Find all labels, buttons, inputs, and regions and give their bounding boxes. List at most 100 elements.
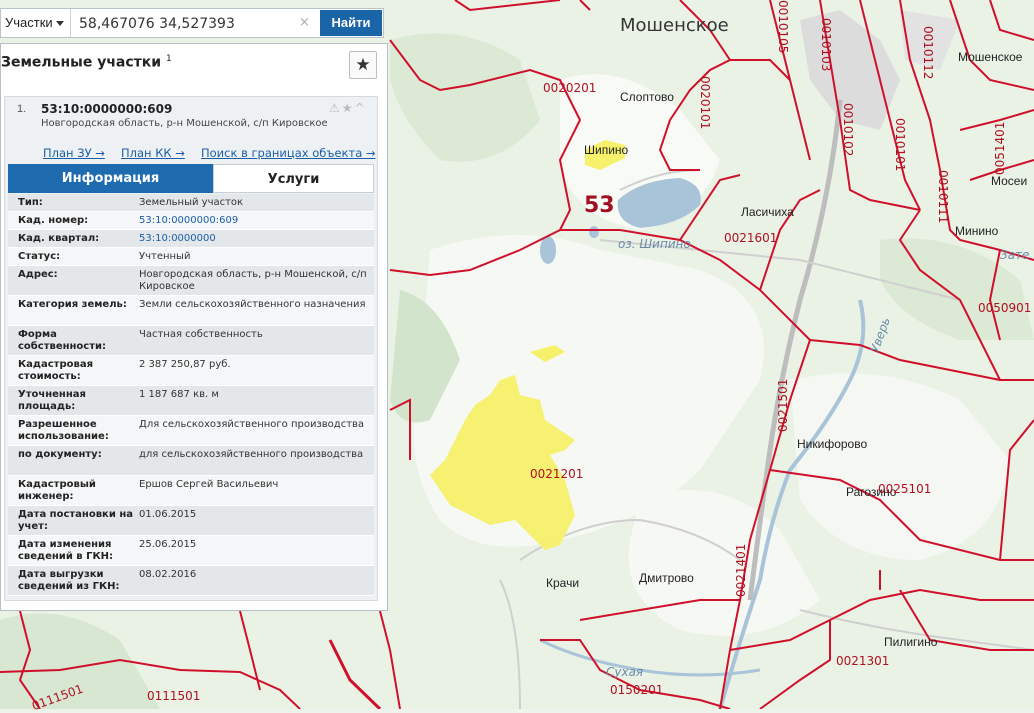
search-type-label: Участки: [5, 15, 53, 30]
panel-title-text: Земельные участки: [1, 54, 162, 71]
attr-value: Учтенный: [139, 251, 191, 262]
star-icon: ★: [355, 55, 371, 75]
quarter-label: 0010112: [921, 26, 935, 80]
place-label: Минино: [955, 224, 999, 238]
place-label: Дмитрово: [639, 571, 694, 585]
attr-key: по документу:: [18, 449, 102, 460]
parcel-card: 1. 53:10:0000000:609 Новгородская област…: [4, 96, 378, 601]
attr-key: Форма собственности:: [18, 329, 107, 352]
quarter-label: 0010105: [776, 0, 790, 54]
attr-value: 08.02.2016: [139, 569, 197, 580]
quarter-label: 0021201: [530, 467, 584, 481]
attr-key: Дата выгрузки сведений из ГКН:: [18, 569, 120, 592]
attr-key: Кадастровая стоимость:: [18, 359, 93, 382]
quarter-label: 0021301: [836, 654, 890, 668]
quarter-label: 0010102: [841, 103, 855, 157]
clear-icon[interactable]: ×: [299, 15, 310, 30]
quarter-label: 0010101: [893, 118, 907, 172]
card-tabs: Информация Услуги: [8, 164, 374, 194]
attr-row: Дата постановки на учет: 01.06.2015: [8, 506, 374, 536]
attr-key: Разрешенное использование:: [18, 419, 109, 442]
attr-row: Кадастровая стоимость: 2 387 250,87 руб.: [8, 356, 374, 386]
attr-key: Адрес:: [18, 269, 58, 280]
attr-key: Категория земель:: [18, 299, 127, 310]
search-input[interactable]: [77, 11, 303, 37]
attr-key: Тип:: [18, 197, 43, 208]
card-actions-icons[interactable]: ⚠★^: [329, 101, 367, 115]
attr-row: по документу: для сельскохозяйственного п…: [8, 446, 374, 476]
attr-key: Кад. номер:: [18, 215, 89, 226]
region-number: 53: [584, 193, 615, 218]
attr-key: Кадастровый инженер:: [18, 479, 96, 502]
plan-kk-link[interactable]: План КК →: [121, 146, 185, 160]
attr-value: 1 187 687 кв. м: [139, 389, 219, 400]
place-label: Мошенское: [620, 15, 729, 36]
quarter-label: 0050901: [978, 301, 1032, 315]
attr-row: Кад. номер: 53:10:0000000:609: [8, 212, 374, 230]
water-label: Сухая: [606, 665, 644, 679]
attr-row: Кадастровый инженер: Ершов Сергей Василье…: [8, 476, 374, 506]
attr-value: для сельскохозяйственного производства: [139, 449, 364, 460]
favorites-button[interactable]: ★: [349, 51, 377, 79]
quarter-label: 0010103: [819, 18, 833, 72]
quarter-label: 0111501: [147, 689, 201, 703]
place-label: Слоптово: [620, 90, 674, 104]
tab-information[interactable]: Информация: [8, 164, 213, 193]
card-address: Новгородская область, р-н Мошенской, с/п…: [41, 118, 328, 129]
quarter-label: 0021401: [734, 543, 748, 597]
quarter-label: 0025101: [878, 482, 932, 496]
place-label: Шипино: [584, 143, 629, 157]
water-label: Зате: [1000, 248, 1030, 262]
search-in-bounds-link[interactable]: Поиск в границах объекта →: [201, 146, 376, 160]
place-label: Крачи: [546, 576, 580, 590]
attr-key: Дата постановки на учет:: [18, 509, 133, 532]
search-bar: Участки × Найти: [0, 8, 384, 38]
search-type-select[interactable]: Участки: [1, 9, 71, 37]
attr-value: 2 387 250,87 руб.: [139, 359, 231, 370]
attr-value: Земли сельскохозяйственного назначения: [139, 299, 366, 310]
results-panel: Земельные участки 1 ★ 1. 53:10:0000000:6…: [0, 43, 388, 611]
attr-value: Ершов Сергей Васильевич: [139, 479, 279, 490]
attr-value: Новгородская область, р-н Мошенской, с/п…: [139, 269, 367, 292]
quarter-label: 0010111: [936, 170, 950, 224]
result-count: 1: [165, 54, 172, 64]
plan-zu-link[interactable]: План ЗУ →: [43, 146, 105, 160]
attr-row: Тип: Земельный участок: [8, 194, 374, 212]
card-index: 1.: [17, 103, 27, 115]
attr-key: Уточненная площадь:: [18, 389, 86, 412]
quarter-label: 0020201: [543, 81, 597, 95]
attr-value: Частная собственность: [139, 329, 263, 340]
card-cadastral-number: 53:10:0000000:609: [41, 102, 173, 116]
attr-key: Дата изменения сведений в ГКН:: [18, 539, 114, 562]
attr-row: Кад. квартал: 53:10:0000000: [8, 230, 374, 248]
cad-quarter-link[interactable]: 53:10:0000000: [139, 233, 367, 245]
quarter-label: 0021601: [724, 231, 778, 245]
attr-value: Земельный участок: [139, 197, 244, 208]
quarter-label: 0021501: [776, 378, 790, 432]
attr-key: Кад. квартал:: [18, 233, 100, 244]
attr-row: Разрешенное использование: Для сельскохоз…: [8, 416, 374, 446]
attr-row: Статус: Учтенный: [8, 248, 374, 266]
attr-row: Форма собственности: Частная собственност…: [8, 326, 374, 356]
attr-value: 25.06.2015: [139, 539, 197, 550]
quarter-label: 0020101: [698, 76, 712, 130]
attr-value: Для сельскохозяйственного производства: [139, 419, 365, 430]
place-label: Пилигино: [884, 635, 938, 649]
attributes-table: Тип: Земельный участок Кад. номер: 53:10:0…: [8, 194, 374, 596]
attr-row: Уточненная площадь: 1 187 687 кв. м: [8, 386, 374, 416]
attr-row: Адрес: Новгородская область, р-н Мошенско…: [8, 266, 374, 296]
find-button[interactable]: Найти: [320, 10, 382, 36]
attr-row: Дата изменения сведений в ГКН: 25.06.2015: [8, 536, 374, 566]
place-label: Мошенское: [958, 50, 1023, 64]
tab-services[interactable]: Услуги: [213, 164, 374, 193]
cad-number-link[interactable]: 53:10:0000000:609: [139, 215, 367, 227]
attr-row: Дата выгрузки сведений из ГКН: 08.02.2016: [8, 566, 374, 596]
place-label: Никифорово: [797, 437, 868, 451]
attr-row: Категория земель: Земли сельскохозяйствен…: [8, 296, 374, 326]
place-label: Мосеи: [991, 174, 1028, 188]
attr-key: Статус:: [18, 251, 61, 262]
chevron-down-icon: [56, 21, 64, 26]
place-label: Ласичиха: [741, 205, 794, 219]
attr-value: 01.06.2015: [139, 509, 197, 520]
quarter-label: 0051401: [993, 121, 1007, 175]
